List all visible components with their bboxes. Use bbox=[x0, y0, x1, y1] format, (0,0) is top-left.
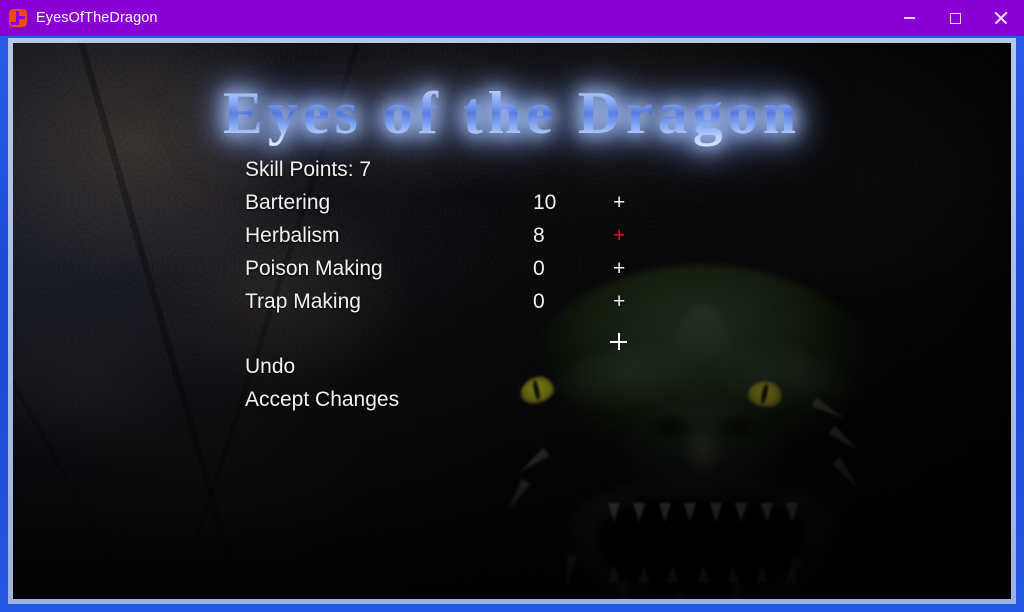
accept-changes-button[interactable]: Accept Changes bbox=[245, 383, 665, 416]
window-title: EyesOfTheDragon bbox=[36, 10, 158, 26]
skill-row-poison-making[interactable]: Poison Making 0 + bbox=[245, 252, 665, 285]
game-viewport[interactable]: Eyes of the Dragon Skill Points: 7 Barte… bbox=[13, 43, 1011, 599]
skill-name: Bartering bbox=[245, 191, 331, 214]
skill-name: Herbalism bbox=[245, 224, 340, 247]
skill-row-bartering[interactable]: Bartering 10 + bbox=[245, 186, 665, 219]
close-icon bbox=[994, 11, 1008, 25]
game-title-logo: Eyes of the Dragon bbox=[13, 79, 1011, 148]
skill-name: Trap Making bbox=[245, 290, 361, 313]
skill-increase-button[interactable]: + bbox=[613, 285, 625, 318]
skill-name: Poison Making bbox=[245, 257, 383, 280]
application-window: EyesOfTheDragon Eyes of the Dragon Skill… bbox=[0, 0, 1024, 612]
title-bar[interactable]: EyesOfTheDragon bbox=[0, 0, 1024, 36]
maximize-icon bbox=[949, 12, 961, 24]
skill-value: 8 bbox=[533, 224, 545, 247]
minimize-button[interactable] bbox=[886, 0, 932, 36]
minimize-icon bbox=[903, 17, 915, 19]
app-logo-icon bbox=[9, 9, 27, 27]
skill-points-label: Skill Points: 7 bbox=[245, 158, 372, 181]
skill-increase-button[interactable]: + bbox=[613, 186, 625, 219]
window-bevel: Eyes of the Dragon Skill Points: 7 Barte… bbox=[8, 38, 1016, 604]
skill-value: 10 bbox=[533, 191, 557, 214]
window-controls bbox=[886, 0, 1024, 36]
skill-increase-button[interactable]: + bbox=[613, 219, 625, 252]
maximize-button[interactable] bbox=[932, 0, 978, 36]
skill-row-herbalism[interactable]: Herbalism 8 + bbox=[245, 219, 665, 252]
panel-spacer bbox=[245, 318, 665, 350]
skill-row-trap-making[interactable]: Trap Making 0 + bbox=[245, 285, 665, 318]
skill-panel: Skill Points: 7 Bartering 10 + Herbalism… bbox=[245, 153, 665, 416]
undo-button[interactable]: Undo bbox=[245, 350, 665, 383]
skill-increase-button[interactable]: + bbox=[613, 252, 625, 285]
close-button[interactable] bbox=[978, 0, 1024, 36]
skill-value: 0 bbox=[533, 290, 545, 313]
skill-value: 0 bbox=[533, 257, 545, 280]
